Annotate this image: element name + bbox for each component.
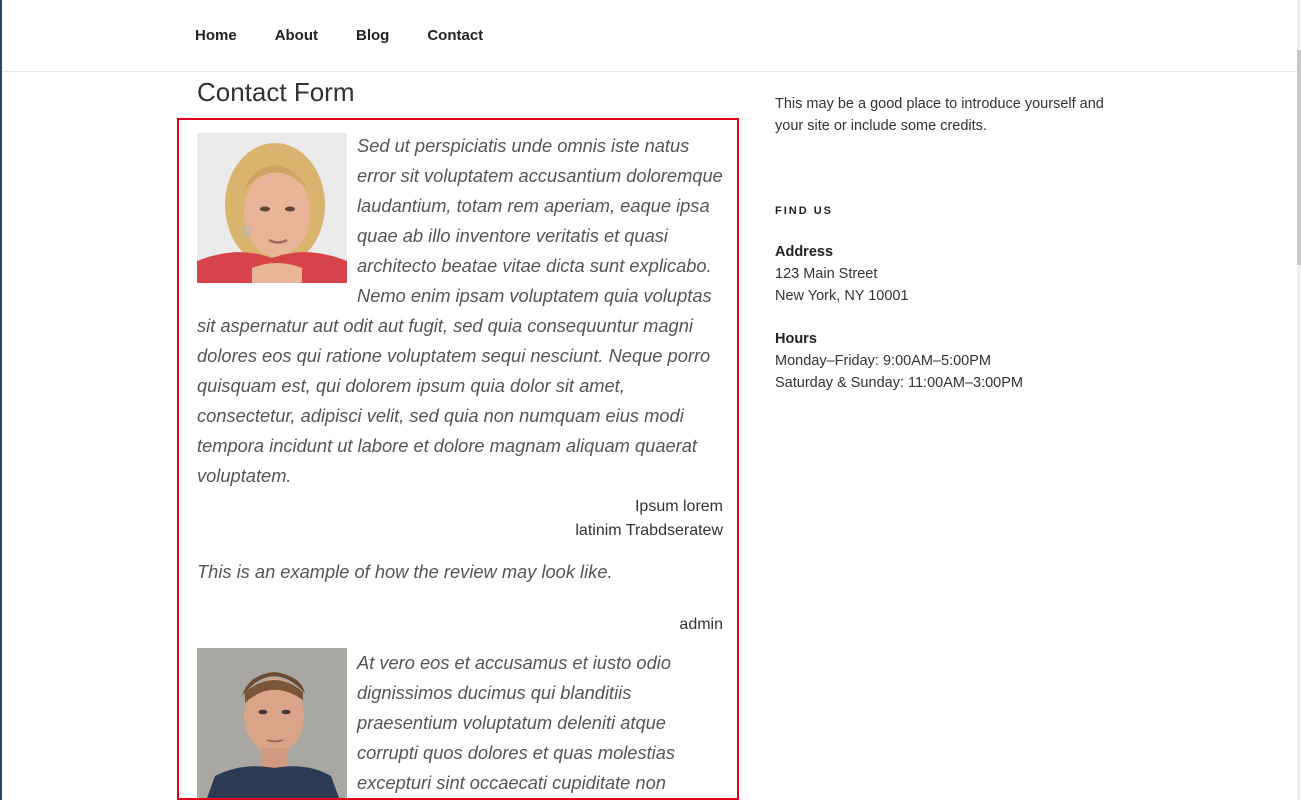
review-author-name: Ipsum lorem: [634, 498, 723, 515]
widget-title-find-us: FIND US: [775, 205, 833, 217]
review-item: This is an example of how the review may…: [197, 557, 723, 637]
review-text: This is an example of how the review may…: [197, 561, 613, 582]
hours-line: Saturday & Sunday: 11:00AM–3:00PM: [775, 375, 1023, 391]
reviewer-photo-man: [197, 648, 347, 798]
hours-heading: Hours: [775, 331, 817, 347]
address-line: New York, NY 10001: [775, 288, 909, 304]
review-author-name: admin: [679, 616, 723, 633]
review-item: Sed ut perspiciatis unde omnis iste natu…: [197, 120, 723, 543]
review-item: At vero eos et accusamus et iusto odio d…: [197, 648, 723, 798]
review-author-title: latinim Trabdseratew: [575, 522, 723, 539]
address-block: Address 123 Main Street New York, NY 100…: [775, 241, 1105, 307]
page: Home About Blog Contact Contact Form Sed…: [0, 0, 1301, 800]
vertical-scrollbar[interactable]: [1297, 0, 1301, 800]
nav-item-about[interactable]: About: [275, 27, 318, 44]
nav-item-contact[interactable]: Contact: [427, 27, 483, 44]
nav-item-home[interactable]: Home: [195, 27, 237, 44]
hours-block: Hours Monday–Friday: 9:00AM–5:00PM Satur…: [775, 328, 1105, 394]
hours-line: Monday–Friday: 9:00AM–5:00PM: [775, 353, 991, 369]
nav-menu: Home About Blog Contact: [195, 27, 521, 44]
reviewer-photo-woman: [197, 133, 347, 283]
window-left-edge: [0, 0, 2, 800]
address-line: 123 Main Street: [775, 266, 878, 282]
scrollbar-thumb[interactable]: [1297, 50, 1301, 265]
reviews-container: Sed ut perspiciatis unde omnis iste natu…: [177, 118, 739, 800]
address-heading: Address: [775, 244, 834, 260]
page-title: Contact Form: [197, 77, 355, 107]
top-navigation: Home About Blog Contact: [2, 0, 1297, 72]
sidebar: This may be a good place to introduce yo…: [775, 93, 1105, 394]
sidebar-intro-text: This may be a good place to introduce yo…: [775, 96, 1104, 134]
nav-item-blog[interactable]: Blog: [356, 27, 389, 44]
